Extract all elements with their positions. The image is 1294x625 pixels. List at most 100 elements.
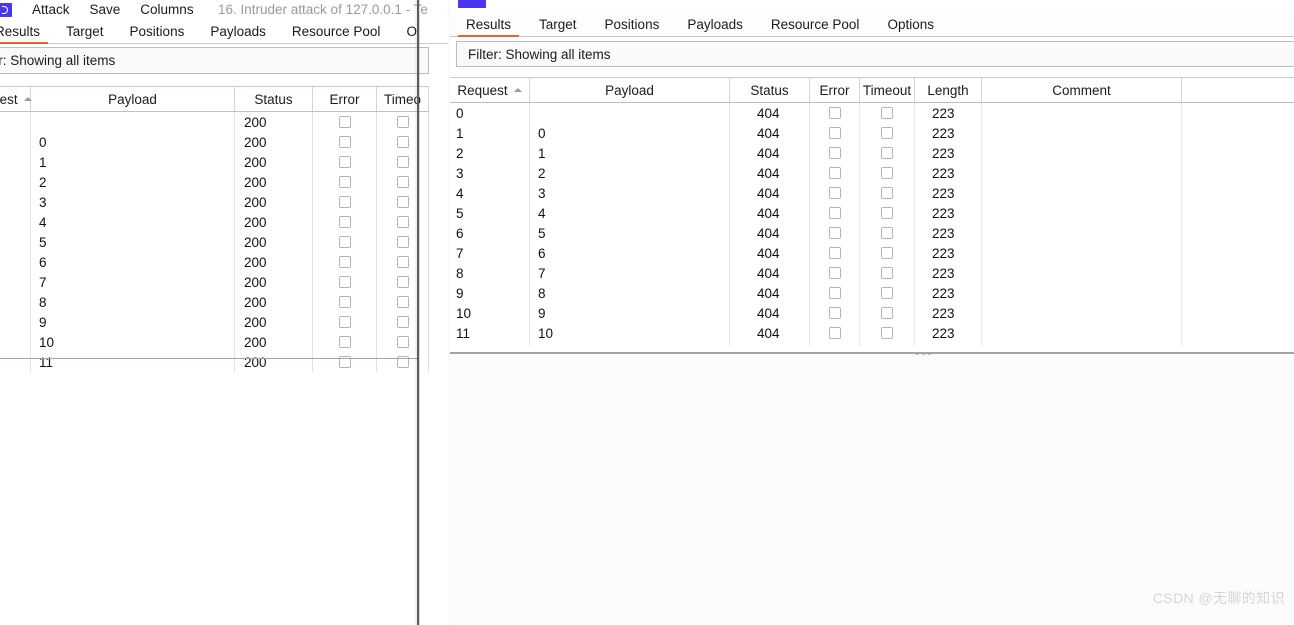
table-row[interactable]: 8 7 404 223 [450, 263, 1294, 283]
table-row[interactable]: 2 200 [0, 172, 429, 192]
table-row[interactable]: 110200 [0, 332, 429, 352]
timeout-checkbox[interactable] [396, 196, 409, 208]
error-checkbox[interactable] [828, 187, 841, 199]
table-row[interactable]: 7 200 [0, 272, 429, 292]
timeout-checkbox[interactable] [881, 267, 893, 279]
front-tab-options[interactable]: Options [887, 17, 934, 36]
back-tab-payloads[interactable]: Payloads [210, 24, 266, 43]
back-tab-resource-pool[interactable]: Resource Pool [292, 24, 381, 43]
table-row[interactable]: 6 200 [0, 252, 429, 272]
front-column-header-request[interactable]: Request [450, 78, 530, 102]
front-column-header-timeout[interactable]: Timeout [860, 78, 915, 102]
error-checkbox[interactable] [828, 267, 841, 279]
menu-item-columns[interactable]: Columns [140, 0, 193, 20]
menu-item-save[interactable]: Save [90, 0, 121, 20]
table-row[interactable]: 9 8 404 223 [450, 283, 1294, 303]
timeout-checkbox[interactable] [396, 236, 409, 248]
error-checkbox[interactable] [828, 127, 841, 139]
table-row[interactable]: 09200 [0, 312, 429, 332]
table-row[interactable]: 10 9 404 223 [450, 303, 1294, 323]
table-row[interactable]: 4 200 [0, 212, 429, 232]
table-row[interactable]: 3 200 [0, 192, 429, 212]
table-row[interactable]: 0 404 223 [450, 103, 1294, 123]
timeout-checkbox[interactable] [396, 256, 409, 268]
table-row[interactable]: 5 4 404 223 [450, 203, 1294, 223]
timeout-checkbox[interactable] [881, 247, 893, 259]
timeout-checkbox[interactable] [396, 136, 409, 148]
front-column-header-status[interactable]: Status [730, 78, 810, 102]
front-tab-payloads[interactable]: Payloads [687, 17, 743, 36]
front-tab-results[interactable]: Results [457, 17, 520, 37]
error-checkbox[interactable] [828, 107, 841, 119]
error-checkbox[interactable] [338, 156, 351, 168]
timeout-checkbox[interactable] [396, 316, 409, 328]
foreground-intruder-window[interactable]: Results Target Positions Payloads Resour… [450, 0, 1294, 625]
table-row[interactable]: 3 2 404 223 [450, 163, 1294, 183]
table-row[interactable]: 1 0 404 223 [450, 123, 1294, 143]
back-tab-target[interactable]: Target [66, 24, 104, 43]
table-row[interactable]: 7 6 404 223 [450, 243, 1294, 263]
back-tab-results[interactable]: Results [0, 24, 49, 44]
background-intruder-window[interactable]: Attack Save Columns 16. Intruder attack … [0, 0, 448, 625]
back-column-header-timeout[interactable]: Timeo [377, 87, 429, 111]
back-column-header-request[interactable]: Request [0, 87, 32, 111]
table-row[interactable]: 6 5 404 223 [450, 223, 1294, 243]
timeout-checkbox[interactable] [396, 276, 409, 288]
front-column-header-comment[interactable]: Comment [982, 78, 1182, 102]
timeout-checkbox[interactable] [396, 336, 409, 348]
timeout-checkbox[interactable] [396, 156, 409, 168]
timeout-checkbox[interactable] [881, 287, 893, 299]
table-row[interactable]: 200 [0, 112, 429, 132]
table-row[interactable]: 8 200 [0, 292, 429, 312]
error-checkbox[interactable] [338, 216, 351, 228]
front-column-header-error[interactable]: Error [810, 78, 860, 102]
error-checkbox[interactable] [828, 307, 841, 319]
error-checkbox[interactable] [338, 136, 351, 148]
back-tab-positions[interactable]: Positions [130, 24, 185, 43]
table-row[interactable]: 11 10 404 223 [450, 323, 1294, 343]
error-checkbox[interactable] [338, 116, 351, 128]
error-checkbox[interactable] [828, 167, 841, 179]
timeout-checkbox[interactable] [881, 307, 893, 319]
error-checkbox[interactable] [338, 316, 351, 328]
timeout-checkbox[interactable] [881, 107, 893, 119]
front-tab-positions[interactable]: Positions [605, 17, 660, 36]
front-tab-resource-pool[interactable]: Resource Pool [771, 17, 860, 36]
request-response-pane[interactable] [450, 355, 1294, 625]
table-row[interactable]: 4 3 404 223 [450, 183, 1294, 203]
error-checkbox[interactable] [338, 196, 351, 208]
back-table-body[interactable]: 2000200120022003200420052006200720082000… [0, 112, 429, 378]
timeout-checkbox[interactable] [396, 176, 409, 188]
front-column-header-payload[interactable]: Payload [530, 78, 730, 102]
timeout-checkbox[interactable] [396, 116, 409, 128]
error-checkbox[interactable] [828, 147, 841, 159]
timeout-checkbox[interactable] [881, 187, 893, 199]
back-column-header-payload[interactable]: Payload [31, 87, 235, 111]
timeout-checkbox[interactable] [396, 216, 409, 228]
timeout-checkbox[interactable] [881, 227, 893, 239]
error-checkbox[interactable] [338, 296, 351, 308]
table-row[interactable]: 1211404 223 [450, 343, 1294, 346]
error-checkbox[interactable] [828, 287, 841, 299]
error-checkbox[interactable] [828, 207, 841, 219]
error-checkbox[interactable] [338, 176, 351, 188]
table-row[interactable]: 211200 [0, 352, 429, 372]
error-checkbox[interactable] [338, 236, 351, 248]
back-column-header-status[interactable]: Status [235, 87, 313, 111]
table-row[interactable]: 2 1 404 223 [450, 143, 1294, 163]
error-checkbox[interactable] [338, 336, 351, 348]
error-checkbox[interactable] [828, 247, 841, 259]
back-filter-bar[interactable]: ilter: Showing all items [0, 47, 429, 74]
error-checkbox[interactable] [828, 327, 841, 339]
timeout-checkbox[interactable] [881, 327, 893, 339]
error-checkbox[interactable] [338, 256, 351, 268]
timeout-checkbox[interactable] [881, 147, 893, 159]
error-checkbox[interactable] [338, 276, 351, 288]
table-row[interactable]: 5 200 [0, 232, 429, 252]
timeout-checkbox[interactable] [396, 296, 409, 308]
front-table-body[interactable]: 0 404 223 1 0 404 223 2 1 404 223 3 2 404 223 4 3 404 223 5… [450, 103, 1294, 346]
front-tab-target[interactable]: Target [539, 17, 577, 36]
timeout-checkbox[interactable] [881, 127, 893, 139]
front-column-header-length[interactable]: Length [915, 78, 982, 102]
timeout-checkbox[interactable] [881, 207, 893, 219]
